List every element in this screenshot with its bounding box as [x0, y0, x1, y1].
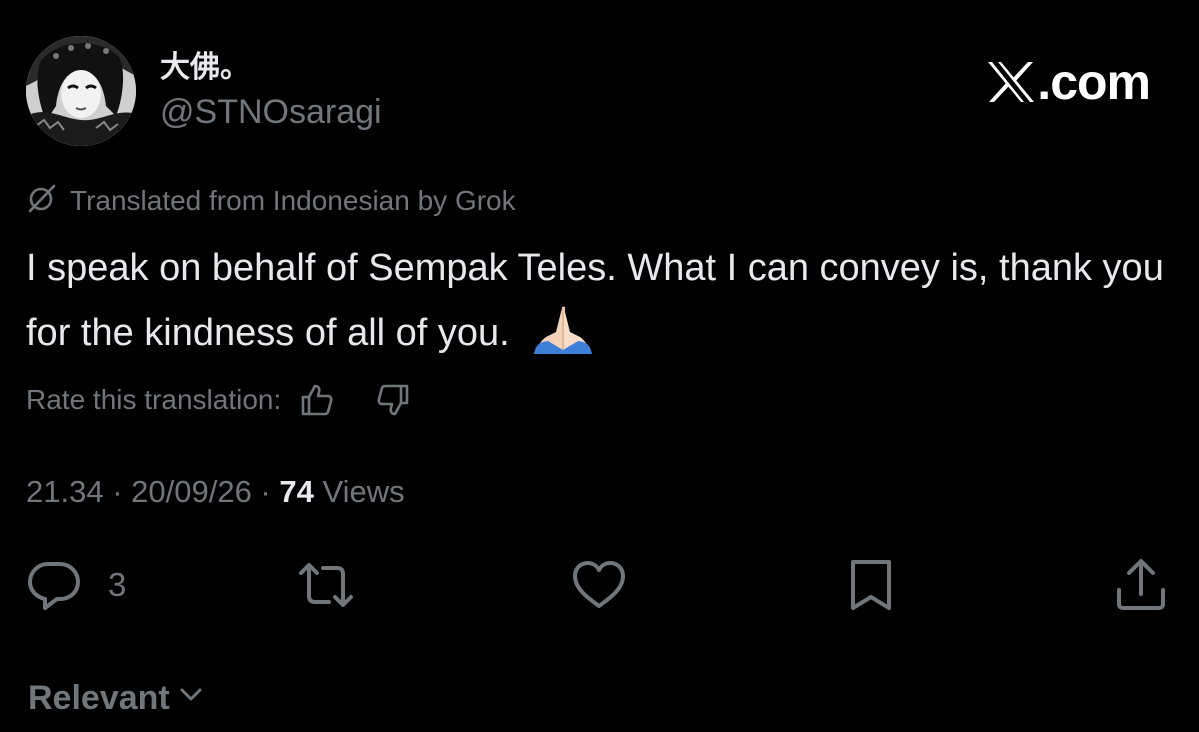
tweet-meta: 21.34 · 20/09/26 · 74 Views [26, 472, 405, 512]
display-name[interactable]: 大佛。 [160, 50, 250, 86]
translation-note: Translated from Indonesian by Grok [26, 182, 516, 220]
tweet-body: I speak on behalf of Sempak Teles. What … [26, 247, 1164, 354]
like-icon [570, 556, 628, 614]
bookmark-button[interactable] [842, 555, 900, 615]
action-bar: 3 [0, 555, 1199, 615]
share-icon [1112, 556, 1170, 614]
views-count[interactable]: 74 [279, 474, 313, 509]
repost-icon [297, 556, 355, 614]
x-logo-icon [986, 60, 1036, 104]
translation-note-text: Translated from Indonesian by Grok [70, 185, 516, 216]
thumbs-down-icon[interactable] [371, 378, 415, 422]
tweet-text: I speak on behalf of Sempak Teles. What … [26, 236, 1176, 367]
folded-hands-icon [533, 304, 592, 354]
thumbs-up-icon[interactable] [295, 378, 339, 422]
meta-separator: · [251, 474, 280, 509]
tweet-date[interactable]: 20/09/26 [131, 474, 252, 509]
views-label[interactable]: Views [314, 474, 404, 509]
reply-count: 3 [108, 566, 127, 603]
handle[interactable]: @STNOsaragi [160, 92, 382, 132]
grok-icon [26, 182, 70, 221]
reply-button[interactable]: 3 [25, 555, 126, 615]
reply-icon [25, 556, 83, 614]
rate-translation-row: Rate this translation: [26, 378, 415, 422]
rate-translation-label: Rate this translation: [26, 384, 282, 415]
brand-watermark: .com [986, 54, 1151, 110]
avatar[interactable] [26, 36, 136, 146]
meta-separator: · [103, 474, 132, 509]
chevron-down-icon [170, 679, 206, 718]
bookmark-icon [842, 556, 900, 614]
sort-label: Relevant [28, 678, 170, 717]
like-button[interactable] [570, 555, 628, 615]
tweet-time[interactable]: 21.34 [26, 474, 104, 509]
brand-text: .com [1037, 54, 1151, 110]
sort-replies-dropdown[interactable]: Relevant [28, 676, 206, 720]
share-button[interactable] [1112, 555, 1170, 615]
repost-button[interactable] [297, 555, 355, 615]
